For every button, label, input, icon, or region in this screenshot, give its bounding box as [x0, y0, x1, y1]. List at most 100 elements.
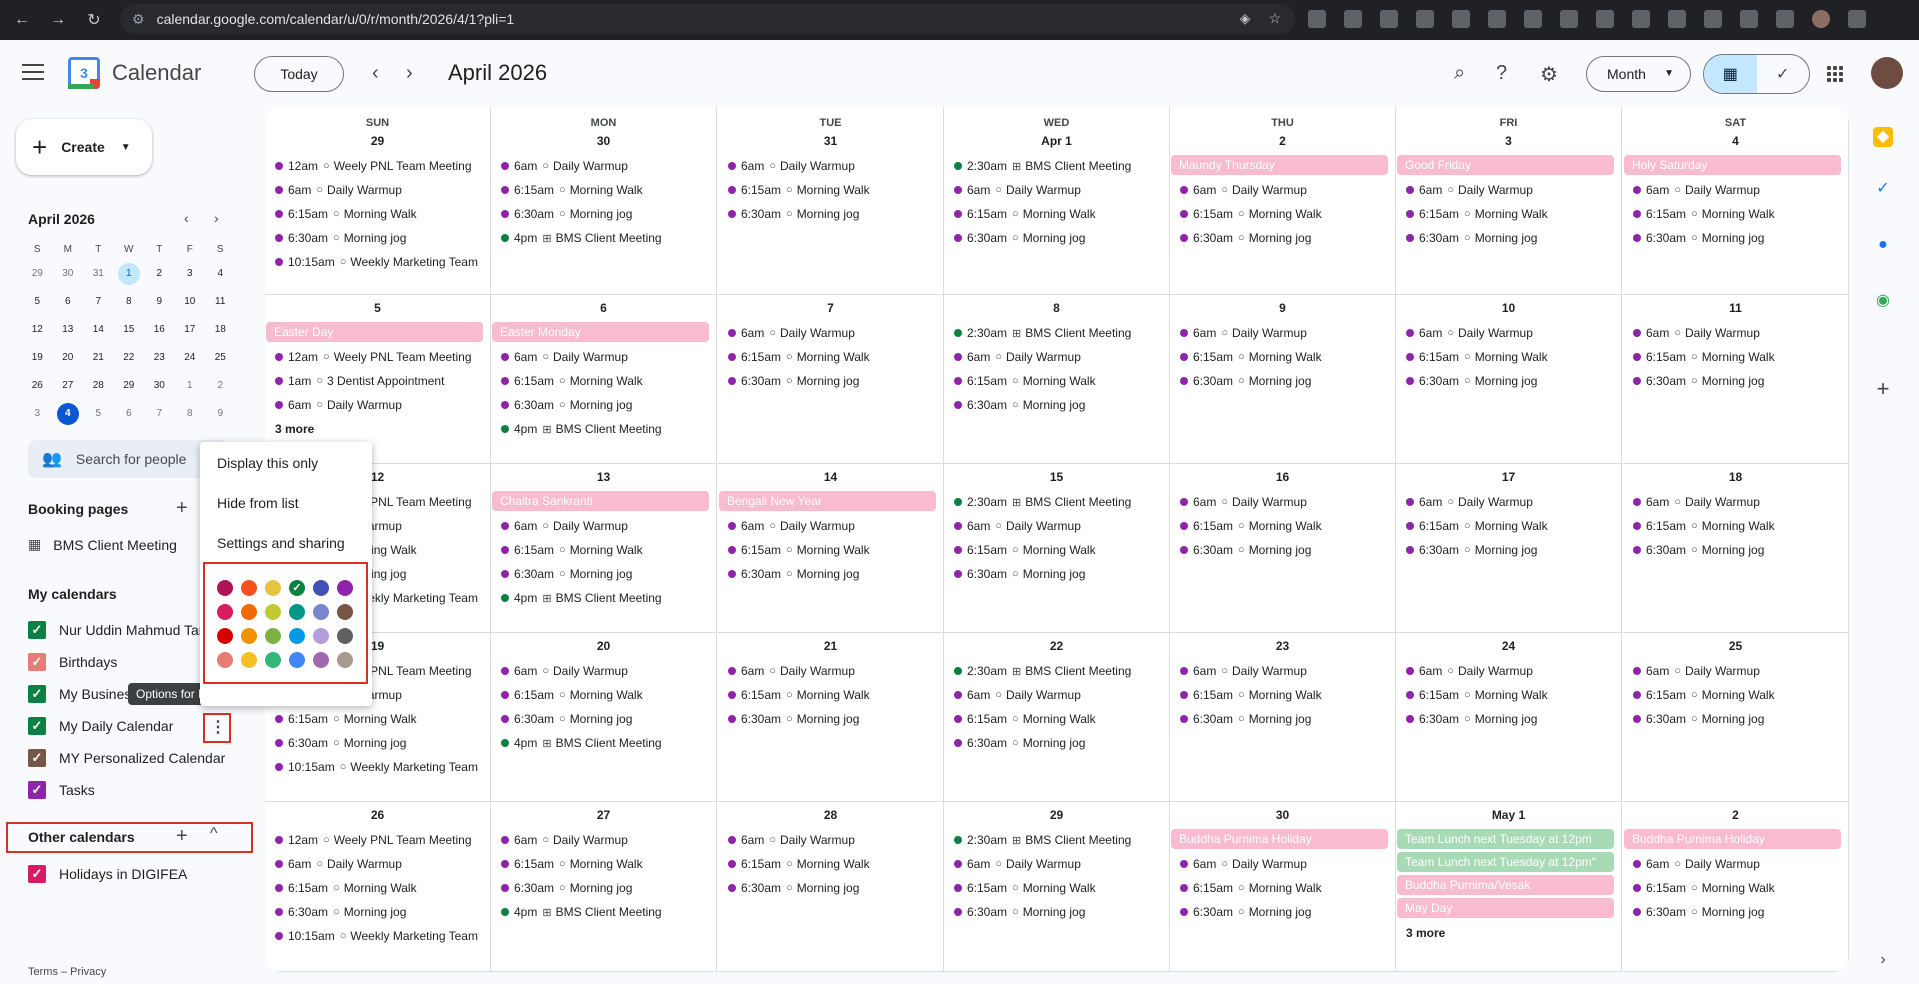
event-chip[interactable]: 6:30am ○Morning jog [265, 900, 490, 924]
event-chip[interactable]: 6:30am ○Morning jog [491, 707, 716, 731]
day-number[interactable]: 9 [1170, 301, 1395, 315]
day-cell[interactable]: TUE 31 6am ○ Daily Warmup 6:15am ○ Morning Walk… [718, 107, 944, 295]
extension-icon[interactable] [1380, 10, 1398, 28]
search-icon[interactable]: ⌕ [1454, 62, 1465, 85]
event-chip[interactable]: 6:15am ○Morning Walk [491, 683, 716, 707]
day-cell[interactable]: 6 Easter Monday 6am ○ Daily Warmup 6:15am ○ Mor… [491, 295, 717, 464]
event-chip[interactable]: 6:15am ○Morning Walk [1396, 202, 1621, 226]
event-chip[interactable]: 6:15am ○Morning Walk [1623, 202, 1848, 226]
mini-day[interactable]: 22 [114, 344, 145, 372]
event-chip[interactable]: 6:15am ○Morning Walk [491, 178, 716, 202]
calendar-item[interactable]: ✓ My Daily Calendar [28, 716, 173, 736]
event-chip[interactable]: 6am ○ Daily Warmup [1170, 178, 1395, 202]
day-cell[interactable]: 22 2:30am ⊞ BMS Client Meeting 6am ○ Daily War… [944, 633, 1170, 802]
day-cell[interactable]: 26 12am ○ Weely PNL Team Meeting 6am ○ Daily W… [265, 802, 491, 972]
all-day-event-chip[interactable]: Good Friday [1397, 155, 1614, 175]
day-number[interactable]: 20 [491, 639, 716, 653]
mini-day[interactable]: 21 [83, 344, 114, 372]
all-day-event-chip[interactable]: Maundy Thursday [1171, 155, 1388, 175]
expand-panel-icon[interactable]: › [1873, 950, 1893, 970]
event-chip[interactable]: 6am ○ Daily Warmup [491, 345, 716, 369]
event-chip[interactable]: 6:15am ○Morning Walk [491, 852, 716, 876]
day-cell[interactable]: SUN 29 12am ○ Weely PNL Team Meeting 6am ○ Dail… [265, 107, 491, 295]
checkbox[interactable]: ✓ [28, 685, 46, 703]
mini-day[interactable]: 8 [175, 400, 206, 428]
back-icon[interactable]: ← [8, 6, 36, 34]
mini-day[interactable]: 4 [205, 260, 236, 288]
event-chip[interactable]: 6:30am ○Morning jog [1623, 707, 1848, 731]
tab-grid-icon[interactable] [1668, 10, 1686, 28]
day-number[interactable]: 26 [265, 808, 490, 822]
event-chip[interactable]: 6:15am ○Morning Walk [265, 202, 490, 226]
mini-day[interactable]: 7 [83, 288, 114, 316]
mini-day[interactable]: 27 [53, 372, 84, 400]
mini-day[interactable]: 6 [53, 288, 84, 316]
day-cell[interactable]: 23 6am ○ Daily Warmup 6:15am ○ Morning Walk 6:3… [1170, 633, 1396, 802]
mini-day[interactable]: 12 [22, 316, 53, 344]
all-day-event-chip[interactable]: Bengali New Year [719, 491, 936, 511]
event-chip[interactable]: 6:30am ○Morning jog [718, 562, 943, 586]
event-chip[interactable]: 6am ○ Daily Warmup [1396, 659, 1621, 683]
event-chip[interactable]: 6am ○ Daily Warmup [718, 659, 943, 683]
event-chip[interactable]: 6:30am ○Morning jog [944, 900, 1169, 924]
day-number[interactable]: 29 [265, 134, 490, 148]
calendar-item[interactable]: ✓ Nur Uddin Mahmud Tanim [28, 620, 221, 640]
event-chip[interactable]: 6am ○ Daily Warmup [944, 852, 1169, 876]
event-chip[interactable]: 6:30am ○Morning jog [718, 369, 943, 393]
extension-icon[interactable] [1344, 10, 1362, 28]
keep-icon[interactable]: ◆ [1873, 127, 1893, 147]
history-icon[interactable] [1632, 10, 1650, 28]
day-number[interactable]: 16 [1170, 470, 1395, 484]
event-chip[interactable]: 6am ○ Daily Warmup [1623, 659, 1848, 683]
event-chip[interactable]: 6am ○ Daily Warmup [1396, 178, 1621, 202]
event-chip[interactable]: 6:30am ○Morning jog [1170, 900, 1395, 924]
day-cell[interactable]: WED Apr 1 2:30am ⊞ BMS Client Meeting 6am ○ Dai… [944, 107, 1170, 295]
day-cell[interactable]: 29 2:30am ⊞ BMS Client Meeting 6am ○ Daily War… [944, 802, 1170, 972]
day-number[interactable]: 13 [491, 470, 716, 484]
event-chip[interactable]: 6am ○ Daily Warmup [265, 178, 490, 202]
event-chip[interactable]: 6am ○ Daily Warmup [491, 514, 716, 538]
extension-icon[interactable] [1452, 10, 1470, 28]
mini-day[interactable]: 29 [22, 260, 53, 288]
add-other-calendar-icon[interactable]: + [176, 825, 188, 848]
booking-page-item[interactable]: ▦ BMS Client Meeting [28, 536, 177, 553]
event-chip[interactable]: 6:30am ○Morning jog [491, 202, 716, 226]
day-number[interactable]: 29 [944, 808, 1169, 822]
event-chip[interactable]: 6:30am ○Morning jog [491, 393, 716, 417]
profile-avatar[interactable] [1812, 10, 1830, 28]
event-chip[interactable]: 6am ○ Daily Warmup [1396, 490, 1621, 514]
event-chip[interactable]: 6:15am ○Morning Walk [944, 876, 1169, 900]
day-cell[interactable]: 18 6am ○ Daily Warmup 6:15am ○ Morning Walk 6:3… [1623, 464, 1849, 633]
event-chip[interactable]: 6:15am ○Morning Walk [718, 683, 943, 707]
event-chip[interactable]: 6am ○ Daily Warmup [1170, 490, 1395, 514]
event-chip[interactable]: 4pm ⊞ BMS Client Meeting [491, 586, 716, 610]
event-chip[interactable]: 2:30am ⊞ BMS Client Meeting [944, 321, 1169, 345]
trash-icon[interactable] [1776, 10, 1794, 28]
event-chip[interactable]: 6:15am ○Morning Walk [491, 538, 716, 562]
day-number[interactable]: 30 [491, 134, 716, 148]
event-chip[interactable]: 6:15am ○Morning Walk [718, 852, 943, 876]
mini-day[interactable]: 5 [22, 288, 53, 316]
event-chip[interactable]: 6:30am ○Morning jog [491, 562, 716, 586]
mini-day[interactable]: 26 [22, 372, 53, 400]
day-number[interactable]: Apr 1 [944, 134, 1169, 148]
add-addon-icon[interactable]: + [1873, 378, 1893, 400]
day-number[interactable]: 31 [718, 134, 943, 148]
extension-icon[interactable] [1488, 10, 1506, 28]
mini-day[interactable]: 20 [53, 344, 84, 372]
day-cell[interactable]: 13 Chaitra Sankranti 6am ○ Daily Warmup 6:15a… [491, 464, 717, 633]
calendar-logo[interactable]: 3 [68, 57, 100, 89]
all-day-event-chip[interactable]: Team Lunch next Tuesday at 12pm" [1397, 852, 1614, 872]
mini-day[interactable]: 4 [53, 400, 84, 428]
event-chip[interactable]: 6am ○ Daily Warmup [944, 683, 1169, 707]
view-switcher[interactable]: Month ▼ [1586, 56, 1691, 92]
mini-day[interactable]: 24 [175, 344, 206, 372]
day-number[interactable]: 25 [1623, 639, 1848, 653]
mini-day[interactable]: 6 [114, 400, 145, 428]
event-chip[interactable]: 6:15am ○Morning Walk [944, 202, 1169, 226]
day-number[interactable]: 11 [1623, 301, 1848, 315]
mini-day[interactable]: 28 [83, 372, 114, 400]
event-chip[interactable]: 6:30am ○Morning jog [1396, 538, 1621, 562]
main-menu-icon[interactable] [22, 64, 44, 85]
day-cell[interactable]: 24 6am ○ Daily Warmup 6:15am ○ Morning Walk 6:3… [1396, 633, 1622, 802]
